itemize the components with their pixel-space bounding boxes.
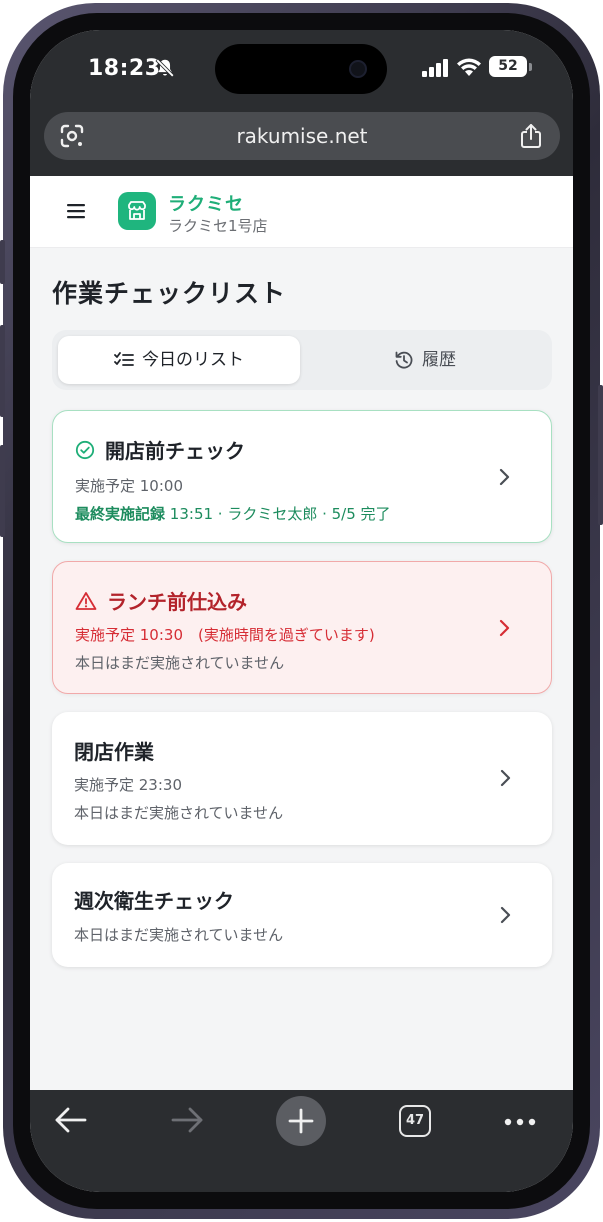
- check-circle-icon: [75, 440, 95, 459]
- action-button: [0, 240, 5, 284]
- task-schedule-overdue: 実施予定 10:30 (実施時間を過ぎています): [75, 626, 375, 644]
- bell-slash-icon: [155, 58, 175, 78]
- task-card-lunch-prep[interactable]: ランチ前仕込み 実施予定 10:30 (実施時間を過ぎています) 本日はまだ実施…: [52, 561, 552, 694]
- tab-switcher: 今日のリスト 履歴: [52, 330, 552, 390]
- chevron-right-icon: [499, 468, 510, 486]
- task-card-closing-work[interactable]: 閉店作業 実施予定 23:30 本日はまだ実施されていません: [52, 712, 552, 845]
- task-note: 本日はまだ実施されていません: [74, 926, 284, 944]
- screen: 18:23 52 rakumise.net ラクミセ ラクミセ1号店 作業チェッ…: [30, 30, 573, 1192]
- volume-down-button: [0, 445, 5, 537]
- store-name[interactable]: ラクミセ1号店: [168, 215, 268, 236]
- tab-today-list-label: 今日のリスト: [142, 350, 244, 370]
- page-title: 作業チェックリスト: [52, 279, 287, 308]
- store-logo: [118, 192, 156, 230]
- task-schedule: 実施予定 10:00: [75, 477, 183, 495]
- plus-icon: [288, 1108, 314, 1134]
- task-schedule: 実施予定 23:30: [74, 776, 182, 794]
- battery-indicator: 52: [489, 56, 527, 77]
- status-time: 18:23: [88, 56, 161, 81]
- task-title: 閉店作業: [74, 740, 154, 764]
- task-title-row: ランチ前仕込み: [75, 586, 247, 615]
- hamburger-menu-icon[interactable]: [67, 203, 85, 219]
- tab-history-label: 履歴: [422, 350, 456, 370]
- task-title: ランチ前仕込み: [107, 590, 247, 614]
- task-note: 本日はまだ実施されていません: [74, 804, 284, 822]
- brand-name: ラクミセ: [168, 194, 244, 215]
- browser-toolbar: 47: [30, 1090, 573, 1192]
- back-arrow-icon[interactable]: [54, 1106, 88, 1134]
- task-record-detail: 13:51 · ラクミセ太郎 · 5/5 完了: [169, 505, 391, 523]
- warning-triangle-icon: [75, 591, 97, 610]
- history-icon: [395, 351, 413, 369]
- tab-today-list[interactable]: 今日のリスト: [58, 336, 300, 384]
- tab-history[interactable]: 履歴: [304, 336, 546, 384]
- chevron-right-icon: [500, 906, 511, 924]
- wifi-icon: [457, 58, 481, 76]
- storefront-icon: [128, 201, 146, 220]
- new-tab-button[interactable]: [276, 1096, 326, 1146]
- battery-tip: [529, 63, 532, 71]
- url-text: rakumise.net: [236, 124, 368, 148]
- task-record-label: 最終実施記録: [75, 505, 166, 523]
- power-button: [598, 385, 603, 525]
- task-title: 開店前チェック: [105, 439, 245, 463]
- tab-count-button[interactable]: 47: [399, 1105, 431, 1137]
- cellular-signal-icon: [422, 59, 448, 77]
- app-header: ラクミセ ラクミセ1号店: [30, 176, 573, 248]
- checklist-icon: [114, 352, 134, 366]
- chevron-right-icon: [500, 769, 511, 787]
- dynamic-island: [215, 44, 387, 94]
- status-bar: 18:23 52: [30, 30, 573, 112]
- task-note: 本日はまだ実施されていません: [75, 654, 285, 672]
- chevron-right-icon: [499, 619, 510, 637]
- task-title-row: 開店前チェック: [75, 435, 245, 464]
- volume-up-button: [0, 325, 5, 417]
- task-card-opening-check[interactable]: 開店前チェック 実施予定 10:00 最終実施記録 13:51 · ラクミセ太郎…: [52, 410, 552, 543]
- share-icon[interactable]: [520, 123, 542, 149]
- task-title: 週次衛生チェック: [74, 889, 234, 913]
- browser-address-area: rakumise.net: [30, 112, 573, 176]
- forward-arrow-icon[interactable]: [170, 1106, 204, 1134]
- task-card-weekly-hygiene[interactable]: 週次衛生チェック 本日はまだ実施されていません: [52, 863, 552, 967]
- more-options-icon[interactable]: [504, 1118, 536, 1126]
- address-bar[interactable]: rakumise.net: [44, 112, 560, 160]
- camera-icon: [349, 60, 367, 78]
- task-last-record: 最終実施記録 13:51 · ラクミセ太郎 · 5/5 完了: [75, 503, 391, 524]
